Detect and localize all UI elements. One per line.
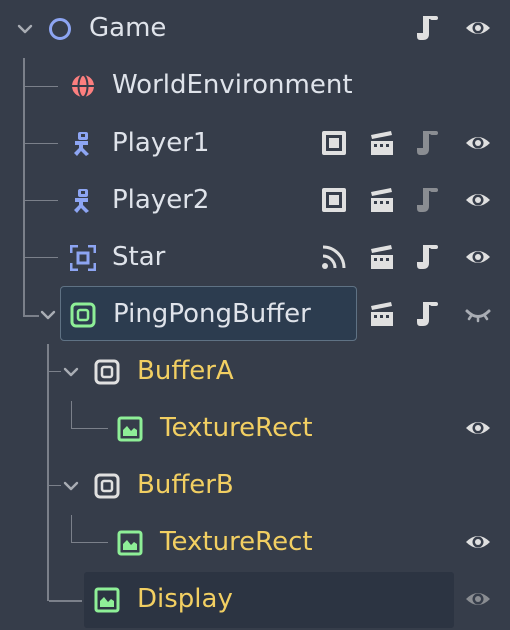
tree-row-pingpongbuffer[interactable]: PingPongBuffer [0, 286, 510, 343]
chevron-down-icon[interactable] [62, 363, 80, 381]
chevron-down-icon[interactable] [62, 477, 80, 495]
tree-row-bufferb[interactable]: BufferB [0, 457, 510, 514]
group-icon[interactable] [320, 129, 348, 157]
area-icon [70, 245, 96, 271]
visibility-eye-icon[interactable] [464, 14, 492, 42]
visibility-eye-icon[interactable] [464, 528, 492, 556]
visibility-eye-icon[interactable] [464, 186, 492, 214]
chevron-down-icon[interactable] [39, 306, 57, 324]
visibility-eye-icon[interactable] [464, 243, 492, 271]
tree-row-texturerect[interactable]: TextureRect [0, 514, 510, 571]
visibility-eye-icon[interactable] [464, 129, 492, 157]
scene-tree: Game WorldEnvironment Player1 Player2 St… [0, 0, 510, 630]
instance-icon[interactable] [368, 129, 396, 157]
script-icon[interactable] [414, 14, 442, 42]
script-icon[interactable] [414, 300, 442, 328]
chevron-down-icon[interactable] [16, 20, 34, 38]
visibility-closed-icon[interactable] [464, 300, 492, 328]
node-label: PingPongBuffer [113, 299, 311, 329]
signal-icon[interactable] [320, 243, 348, 271]
texture-rect-icon [117, 530, 143, 556]
node-label: Player1 [112, 128, 210, 158]
node2d-icon [47, 16, 73, 42]
script-icon[interactable] [414, 186, 442, 214]
tree-row-player2[interactable]: Player2 [0, 172, 510, 229]
subviewport-container-icon [70, 302, 96, 328]
texture-rect-icon [94, 587, 120, 613]
tree-row-star[interactable]: Star [0, 229, 510, 286]
world-environment-icon [70, 73, 96, 99]
instance-icon[interactable] [368, 300, 396, 328]
group-icon[interactable] [320, 186, 348, 214]
node-label: Display [137, 584, 233, 614]
visibility-eye-icon[interactable] [464, 414, 492, 442]
script-icon[interactable] [414, 243, 442, 271]
node-label: TextureRect [160, 527, 313, 557]
instance-icon[interactable] [368, 243, 396, 271]
character-body-icon [70, 188, 96, 214]
subviewport-icon [94, 473, 120, 499]
script-icon[interactable] [414, 129, 442, 157]
tree-row-game[interactable]: Game [0, 0, 510, 57]
tree-row-texturerect[interactable]: TextureRect [0, 400, 510, 457]
node-label: TextureRect [160, 413, 313, 443]
instance-icon[interactable] [368, 186, 396, 214]
node-label: Game [89, 13, 167, 43]
character-body-icon [70, 131, 96, 157]
tree-row-player1[interactable]: Player1 [0, 115, 510, 172]
node-label: Star [112, 242, 166, 272]
node-label: BufferB [137, 470, 234, 500]
tree-row-buffera[interactable]: BufferA [0, 343, 510, 400]
node-label: BufferA [137, 356, 234, 386]
node-label: Player2 [112, 185, 210, 215]
subviewport-icon [94, 359, 120, 385]
tree-row-worldenvironment[interactable]: WorldEnvironment [0, 57, 510, 114]
node-label: WorldEnvironment [112, 70, 353, 100]
texture-rect-icon [117, 416, 143, 442]
visibility-eye-icon[interactable] [464, 585, 492, 613]
tree-row-display[interactable]: Display [0, 571, 510, 628]
